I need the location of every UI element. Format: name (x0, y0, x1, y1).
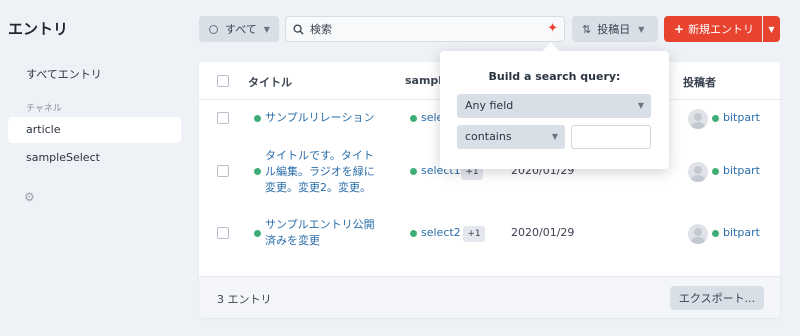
search-input[interactable]: 検索 ✦ (285, 16, 565, 42)
chevron-down-icon: ▼ (637, 101, 644, 110)
author-link[interactable]: bitpart (723, 226, 760, 239)
sidebar-item-all-entries[interactable]: すべてエントリ (8, 62, 181, 88)
search-placeholder: 検索 (310, 23, 332, 36)
query-value-input[interactable] (571, 125, 651, 149)
gear-icon[interactable]: ⚙ (24, 191, 36, 203)
plus-icon: + (674, 22, 685, 36)
operator-select[interactable]: contains ▼ (457, 125, 565, 149)
status-filter-label: すべて (225, 23, 257, 36)
entry-count: 3 エントリ (217, 293, 272, 306)
page-title: エントリ (8, 20, 69, 38)
status-dot (254, 168, 261, 175)
popover-arrow (542, 42, 560, 60)
new-entry-dropdown-button[interactable]: ▼ (763, 16, 780, 42)
select-status-dot (410, 115, 417, 122)
sidebar-item-article[interactable]: article (8, 117, 181, 143)
avatar (688, 109, 708, 129)
author-status-dot (712, 115, 719, 122)
export-button[interactable]: エクスポート... (670, 286, 764, 310)
entry-title-line: タイトルです。タイト (265, 149, 374, 162)
author-status-dot (712, 230, 719, 237)
author-status-dot (712, 168, 719, 175)
table-row[interactable]: サンプルエントリ公開 済みを変更 select2 +1 2020/01/29 b… (199, 210, 780, 256)
field-select[interactable]: Any field ▼ (457, 94, 651, 118)
status-circle-icon (209, 24, 218, 34)
sidebar-section-label: チャネル (26, 104, 62, 114)
sort-button[interactable]: ⇅ 投稿日 ▼ (572, 16, 658, 42)
entry-title-line: ル編集。ラジオを緑に (265, 165, 375, 178)
row-checkbox[interactable] (217, 227, 229, 239)
avatar (688, 162, 708, 182)
new-entry-label: 新規エントリ (688, 23, 755, 36)
sidebar-item-sampleselect[interactable]: sampleSelect (8, 145, 181, 171)
entry-title-link[interactable]: サンプルリレーション (265, 110, 374, 126)
entry-title-line: 変更。変更2。変更。 (265, 181, 371, 194)
sparkle-icon[interactable]: ✦ (547, 21, 558, 36)
status-dot (254, 115, 261, 122)
avatar (688, 224, 708, 244)
row-checkbox[interactable] (217, 112, 229, 124)
select-status-dot (410, 168, 417, 175)
more-badge[interactable]: +1 (463, 226, 485, 242)
select-status-dot (410, 230, 417, 237)
table-footer: 3 エントリ エクスポート... (199, 276, 780, 318)
select-link[interactable]: select2 (421, 226, 461, 239)
field-select-value: Any field (465, 99, 514, 112)
chevron-down-icon: ▼ (551, 132, 558, 141)
popover-title: Build a search query: (488, 70, 621, 83)
select-all-checkbox[interactable] (217, 75, 229, 87)
sort-label: 投稿日 (597, 23, 631, 36)
entry-title-link[interactable]: サンプルエントリ公開 済みを変更 (265, 217, 375, 249)
status-filter-button[interactable]: すべて ▼ (199, 16, 279, 42)
column-header-author[interactable]: 投稿者 (683, 74, 716, 90)
chevron-down-icon: ▼ (263, 24, 270, 34)
status-dot (254, 230, 261, 237)
search-icon (293, 23, 304, 35)
row-checkbox[interactable] (217, 165, 229, 177)
sort-icon: ⇅ (582, 22, 592, 36)
column-header-title[interactable]: タイトル (248, 74, 292, 90)
chevron-down-icon: ▼ (768, 24, 775, 34)
chevron-down-icon: ▼ (638, 24, 645, 34)
entry-date: 2020/01/29 (511, 226, 575, 239)
operator-select-value: contains (465, 130, 512, 143)
author-link[interactable]: bitpart (723, 164, 760, 177)
search-query-popover: Build a search query: Any field ▼ contai… (440, 42, 669, 169)
entry-title-link[interactable]: タイトルです。タイト ル編集。ラジオを緑に 変更。変更2。変更。 (265, 148, 375, 196)
new-entry-button[interactable]: + 新規エントリ (664, 16, 762, 42)
entry-title-line: 済みを変更 (265, 234, 320, 247)
entry-title-line: サンプルエントリ公開 (265, 218, 375, 231)
author-link[interactable]: bitpart (723, 111, 760, 124)
